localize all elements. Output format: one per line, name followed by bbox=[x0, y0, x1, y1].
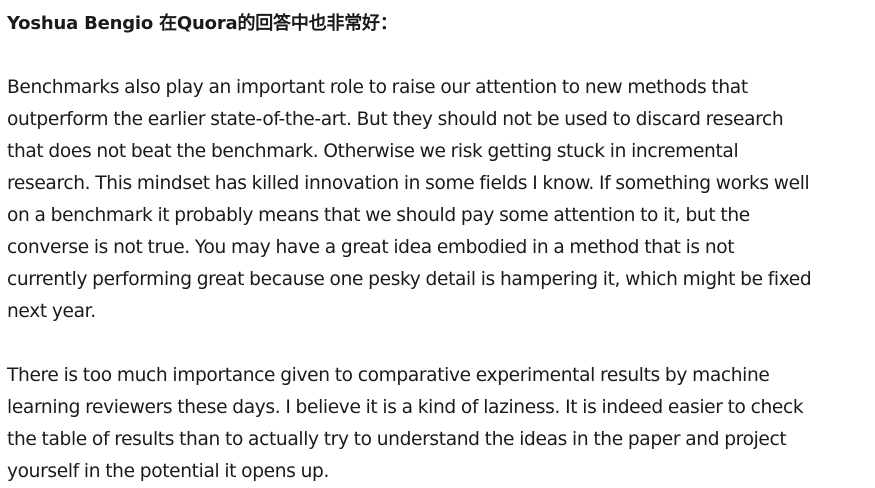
paragraph-line: research. This mindset has killed innova… bbox=[7, 173, 810, 194]
paragraph-line: converse is not true. You may have a gre… bbox=[7, 237, 735, 258]
paragraph-line: outperform the earlier state-of-the-art.… bbox=[7, 109, 784, 130]
paragraph-line: yourself in the potential it opens up. bbox=[7, 461, 330, 482]
paragraph-line: Benchmarks also play an important role t… bbox=[7, 77, 748, 98]
paragraph-line: learning reviewers these days. I believe… bbox=[7, 397, 804, 418]
paragraph-line: that does not beat the benchmark. Otherw… bbox=[7, 141, 739, 162]
paragraph-line: next year. bbox=[7, 301, 96, 322]
paragraph-line: There is too much importance given to co… bbox=[7, 365, 770, 386]
paragraph-line: the table of results than to actually tr… bbox=[7, 429, 787, 450]
paragraph-line: on a benchmark it probably means that we… bbox=[7, 205, 750, 226]
quote-paragraph-1: Benchmarks also play an important role t… bbox=[7, 72, 871, 328]
paragraph-line: currently performing great because one p… bbox=[7, 269, 812, 290]
quote-heading: Yoshua Bengio 在Quora的回答中也非常好： bbox=[7, 13, 398, 34]
article-body: Yoshua Bengio 在Quora的回答中也非常好： Benchmarks… bbox=[0, 0, 875, 482]
quote-paragraph-2: There is too much importance given to co… bbox=[7, 360, 871, 488]
